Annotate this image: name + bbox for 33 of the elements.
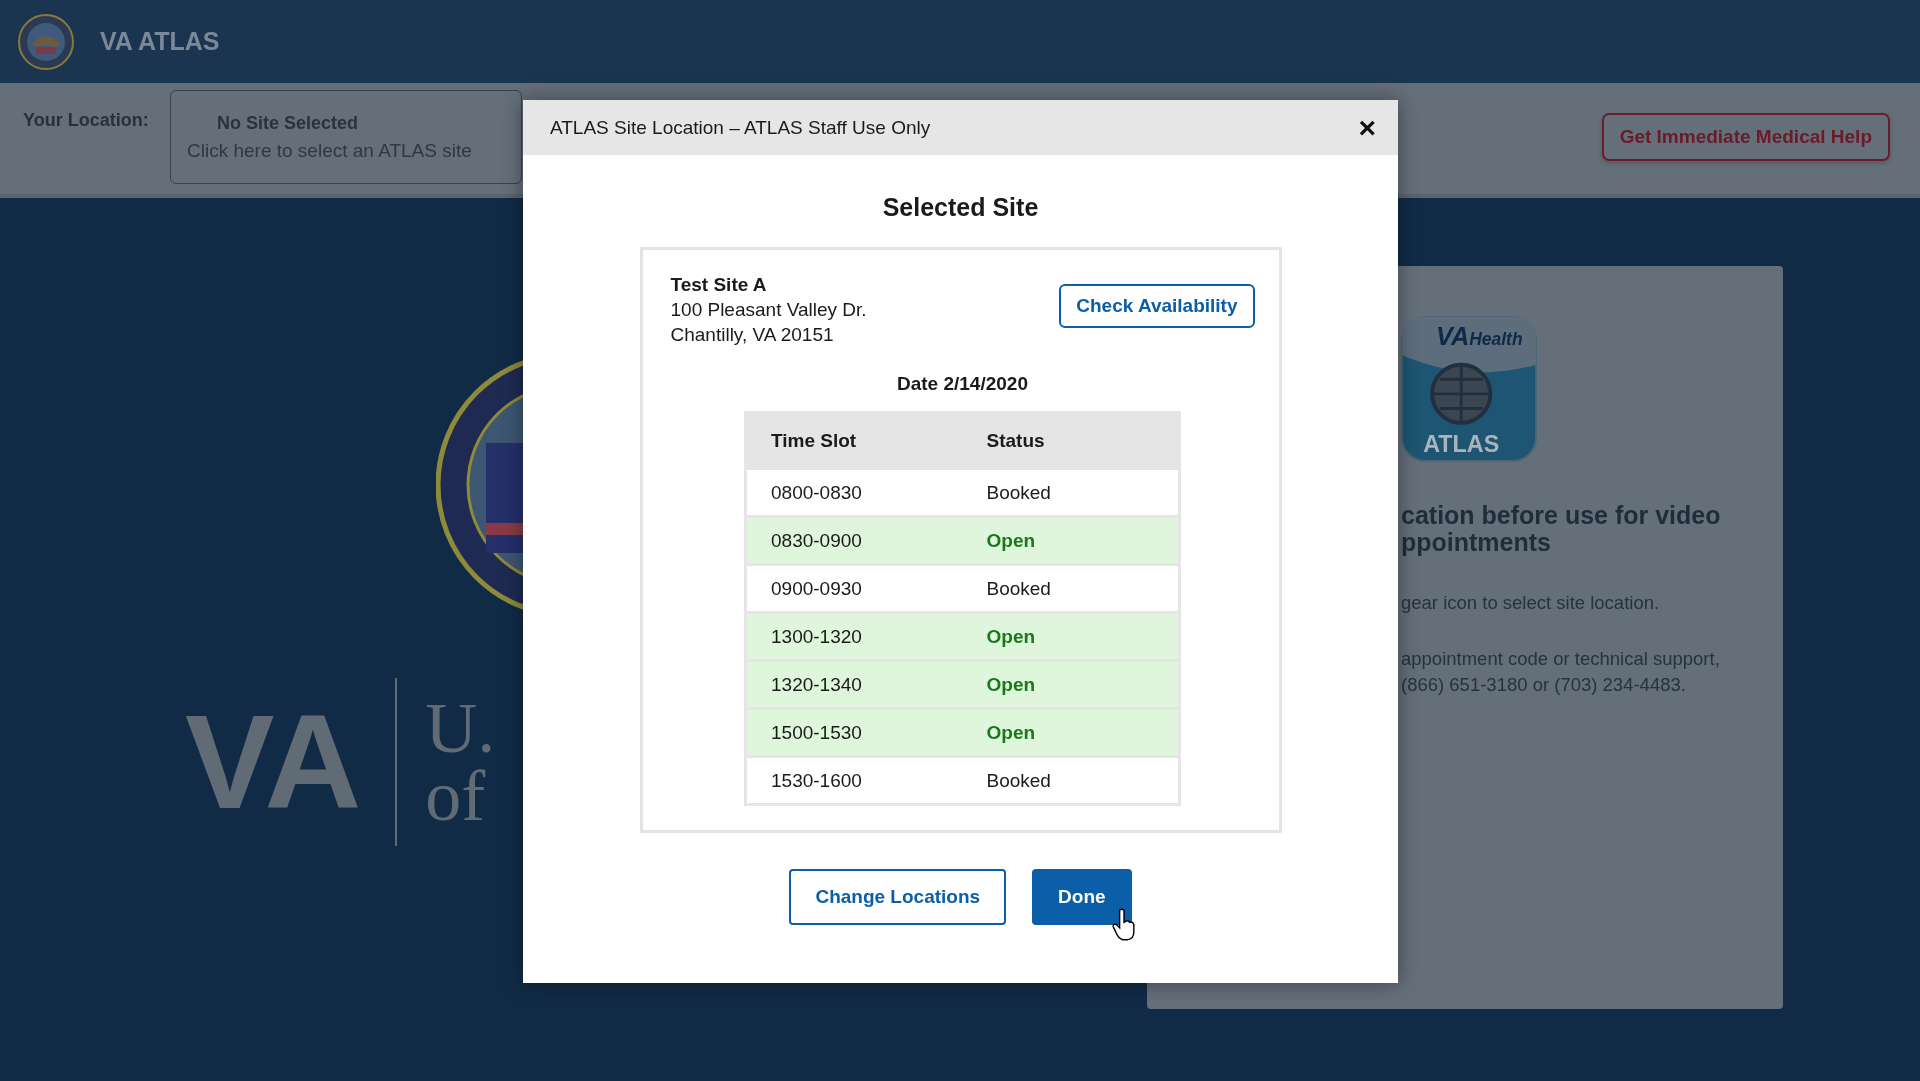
- logo-text: of: [425, 762, 487, 831]
- close-button[interactable]: ×: [1354, 112, 1380, 143]
- column-header: Status: [962, 412, 1180, 469]
- table-cell: 1530-1600: [745, 756, 963, 805]
- check-availability-button[interactable]: Check Availability: [1059, 284, 1255, 328]
- column-header: Time Slot: [745, 412, 963, 469]
- site-address: Chantilly, VA 20151: [670, 323, 835, 347]
- table-cell: Open: [962, 612, 1180, 661]
- app-title: VA ATLAS: [100, 27, 220, 56]
- card-heading: cation before use for video ppointments: [1401, 502, 1722, 556]
- done-button[interactable]: Done: [1032, 869, 1132, 925]
- table-cell: 1500-1530: [745, 708, 963, 757]
- instruction-text: gear icon to select site location.: [1401, 591, 1661, 615]
- dialog-title: ATLAS Site Location – ATLAS Staff Use Only: [550, 116, 931, 139]
- logo-letters: VA: [185, 688, 363, 836]
- date-label: Date 2/14/2020: [897, 373, 1028, 395]
- table-cell: Open: [962, 660, 1180, 709]
- table-cell: 1320-1340: [745, 660, 963, 709]
- app-icon: VAHealth ATLAS: [1401, 316, 1537, 462]
- dialog-heading: Selected Site: [882, 193, 1039, 222]
- location-label: Your Location:: [23, 110, 150, 131]
- site-name: Test Site A: [670, 273, 768, 297]
- table-cell: Booked: [962, 756, 1180, 805]
- logo-text: U.: [425, 693, 496, 762]
- table-cell: 0830-0900: [745, 516, 963, 565]
- hand-cursor-icon: [1112, 908, 1136, 941]
- table-cell: Open: [962, 516, 1180, 565]
- instruction-text: appointment code or technical support, (866) 651-3180 or (703) 234-4483.: [1401, 647, 1721, 697]
- change-locations-button[interactable]: Change Locations: [789, 869, 1007, 925]
- seal-icon: [18, 13, 74, 70]
- table-cell: 1300-1320: [745, 612, 963, 661]
- table-cell: Open: [962, 708, 1180, 757]
- site-address: 100 Pleasant Valley Dr.: [670, 298, 867, 322]
